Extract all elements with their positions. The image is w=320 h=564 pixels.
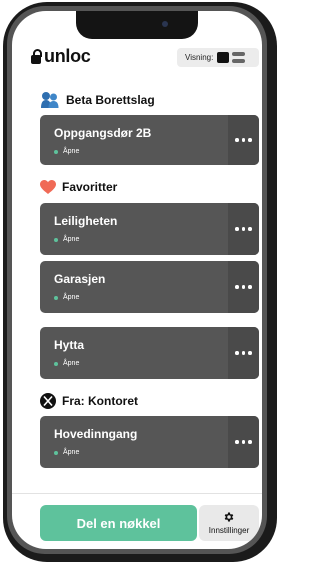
app-logo-text: unloc xyxy=(44,45,91,66)
lock-status: Åpne xyxy=(54,360,79,367)
more-options-button[interactable] xyxy=(228,115,259,165)
settings-button[interactable]: Innstillinger xyxy=(199,505,259,541)
camera-icon xyxy=(162,21,168,27)
section-header-favoritter: Favoritter xyxy=(40,177,117,197)
share-key-button[interactable]: Del en nøkkel xyxy=(40,505,197,541)
lock-status-text: Åpne xyxy=(63,294,80,301)
lock-status: Åpne xyxy=(54,294,79,301)
footer-divider xyxy=(12,493,262,494)
section-header-fra-kontoret: Fra: Kontoret xyxy=(40,391,138,411)
section-title: Fra: Kontoret xyxy=(62,394,138,408)
grid-view-icon[interactable] xyxy=(217,52,230,63)
lock-status-text: Åpne xyxy=(63,148,80,155)
lock-name: Garasjen xyxy=(54,272,106,286)
lock-name: Hytta xyxy=(54,338,85,352)
more-options-button[interactable] xyxy=(228,416,259,468)
phone-screen: unloc Visning: Beta Borettslag Oppgangsd… xyxy=(12,11,262,549)
view-toggle[interactable]: Visning: xyxy=(177,48,259,67)
lock-card-hovedinngang[interactable]: Hovedinngang Åpne xyxy=(40,416,259,468)
people-icon xyxy=(41,92,59,108)
phone-notch xyxy=(76,11,198,39)
lock-status: Åpne xyxy=(54,148,79,155)
more-dots-icon xyxy=(235,285,252,289)
more-options-button[interactable] xyxy=(228,203,259,255)
lock-name: Leiligheten xyxy=(54,214,118,228)
lock-card-oppgangsdor-2b[interactable]: Oppgangsdør 2B Åpne xyxy=(40,115,259,165)
lock-card-garasjen[interactable]: Garasjen Åpne xyxy=(40,261,259,313)
view-toggle-label: Visning: xyxy=(185,53,214,62)
status-dot-icon xyxy=(54,149,58,154)
lock-card-leiligheten[interactable]: Leiligheten Åpne xyxy=(40,203,259,255)
section-header-beta-borettslag: Beta Borettslag xyxy=(40,90,155,110)
more-options-button[interactable] xyxy=(228,327,259,379)
more-dots-icon xyxy=(235,138,252,142)
more-options-button[interactable] xyxy=(228,261,259,313)
heart-icon xyxy=(40,179,56,194)
status-dot-icon xyxy=(54,450,58,455)
lock-status-text: Åpne xyxy=(63,449,80,456)
gear-icon xyxy=(224,512,234,522)
lock-status-text: Åpne xyxy=(63,236,80,243)
app-logo: unloc xyxy=(31,44,91,68)
status-dot-icon xyxy=(54,237,58,242)
settings-label: Innstillinger xyxy=(208,526,250,535)
status-dot-icon xyxy=(54,295,58,300)
more-dots-icon xyxy=(235,227,252,231)
lock-status: Åpne xyxy=(54,449,79,456)
lock-name: Hovedinngang xyxy=(54,427,138,441)
company-logo-icon xyxy=(40,393,56,409)
more-dots-icon xyxy=(235,351,252,355)
list-view-icon[interactable] xyxy=(232,52,246,63)
more-dots-icon xyxy=(235,440,252,444)
lock-icon xyxy=(31,48,42,64)
status-dot-icon xyxy=(54,361,58,366)
lock-card-hytta[interactable]: Hytta Åpne xyxy=(40,327,259,379)
lock-name: Oppgangsdør 2B xyxy=(54,126,152,140)
lock-status-text: Åpne xyxy=(63,360,80,367)
section-title: Favoritter xyxy=(62,180,118,194)
lock-status: Åpne xyxy=(54,236,79,243)
section-title: Beta Borettslag xyxy=(66,93,155,107)
